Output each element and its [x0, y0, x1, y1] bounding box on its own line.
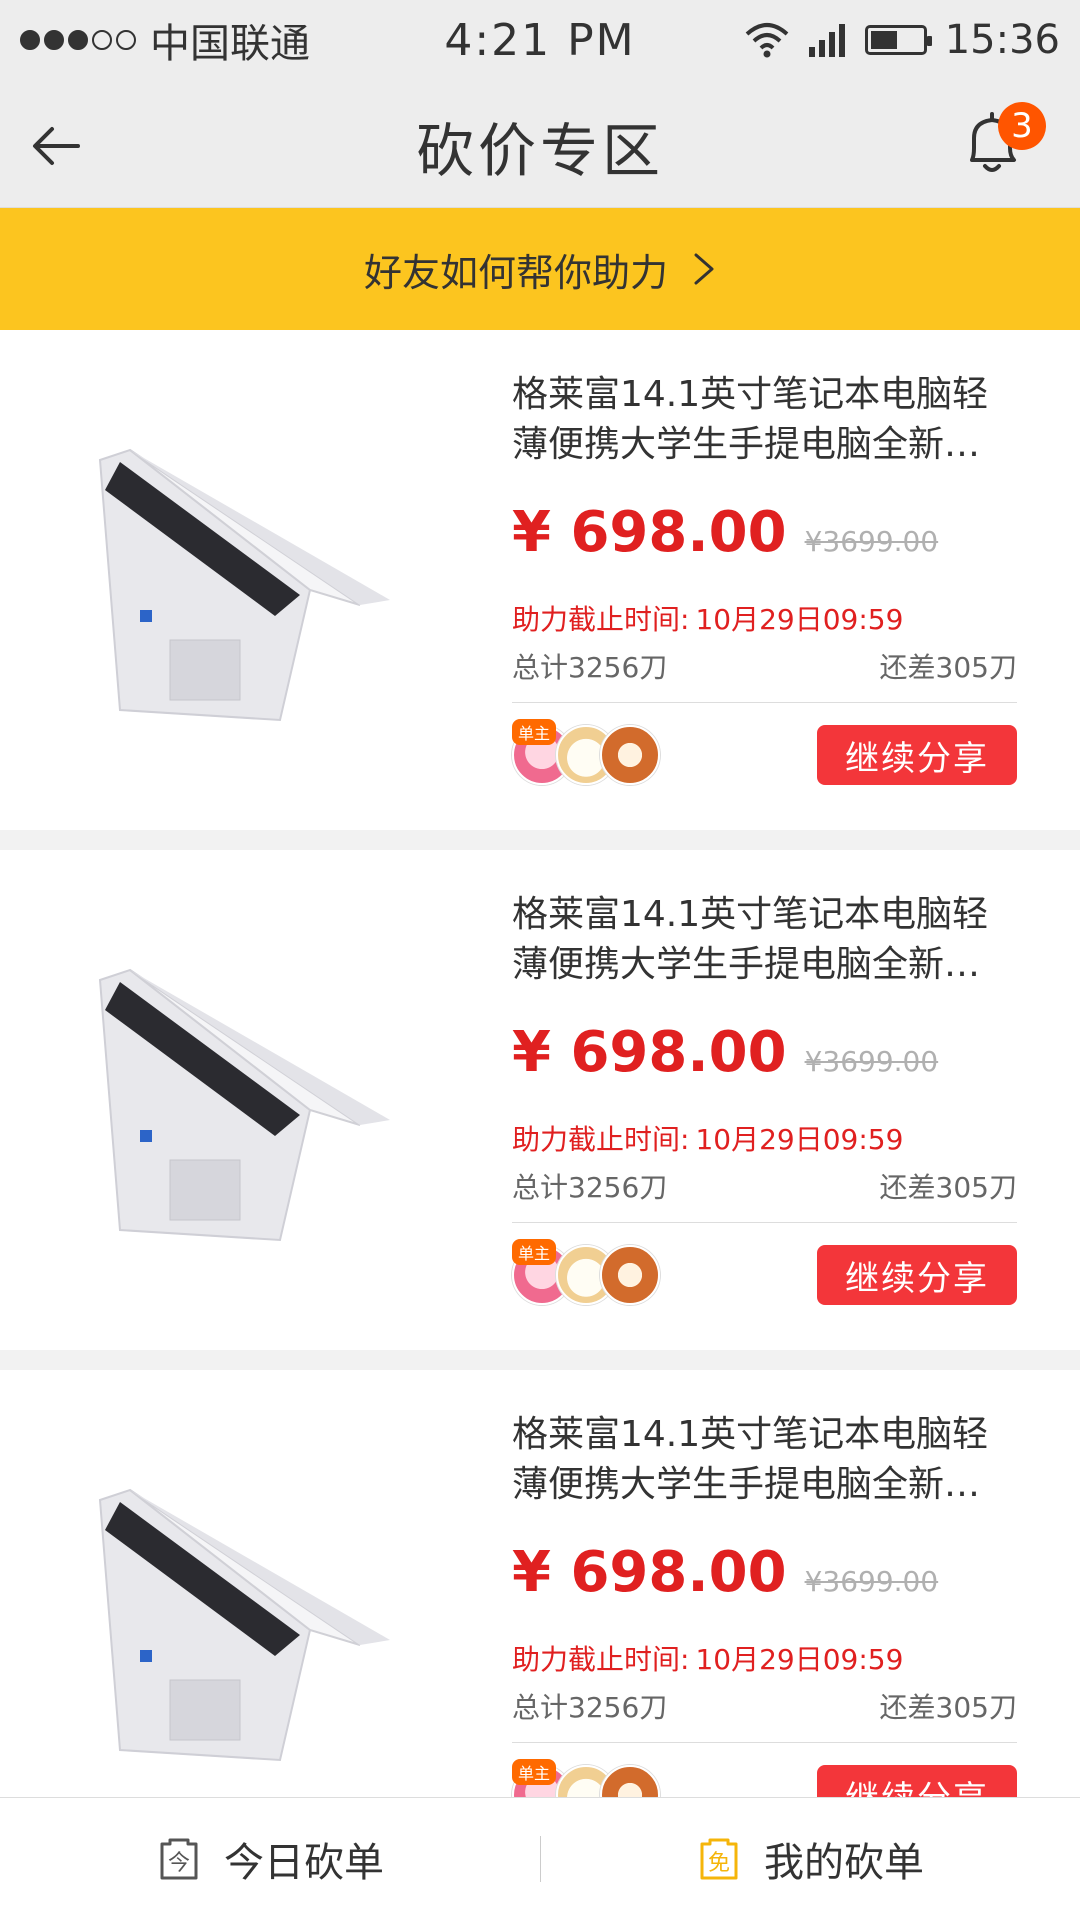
chevron-right-icon: [694, 253, 714, 285]
product-title[interactable]: 格莱富14.1英寸笔记本电脑轻薄便携大学生手提电脑全新…: [512, 370, 1017, 470]
current-price: ¥ 698.00: [512, 1540, 787, 1605]
nav-header: 砍价专区 3: [0, 80, 1080, 208]
tab-my-orders[interactable]: 免 我的砍单: [540, 1830, 1080, 1888]
bottom-tab-bar: 今 今日砍单 免 我的砍单: [0, 1797, 1080, 1920]
product-title[interactable]: 格莱富14.1英寸笔记本电脑轻薄便携大学生手提电脑全新…: [512, 1410, 1017, 1510]
cut-stats: 总计3256刀 还差305刀: [512, 646, 1017, 703]
owner-tag: 单主: [512, 1759, 557, 1785]
laptop-image: [98, 1488, 390, 1762]
page-title: 砍价专区: [415, 117, 664, 185]
helper-avatars: 单主: [512, 719, 660, 785]
current-price: ¥ 698.00: [512, 500, 787, 565]
deadline-value: 10月29日09:59: [695, 603, 904, 636]
cellular-signal-icon: [808, 24, 845, 57]
original-price: ¥3699.00: [804, 1565, 939, 1598]
today-orders-icon: 今: [160, 1838, 198, 1880]
tab-label: 今日砍单: [224, 1840, 384, 1886]
product-title[interactable]: 格莱富14.1英寸笔记本电脑轻薄便携大学生手提电脑全新…: [512, 890, 1017, 990]
tab-label: 我的砍单: [764, 1840, 924, 1886]
battery-icon: [864, 25, 932, 55]
product-card[interactable]: 格莱富14.1英寸笔记本电脑轻薄便携大学生手提电脑全新… ¥ 698.00 ¥3…: [0, 330, 1080, 830]
original-price: ¥3699.00: [804, 525, 939, 558]
total-cut: 总计3256刀: [512, 1171, 668, 1204]
deadline-info: 助力截止时间: 10月29日09:59: [512, 1118, 1017, 1158]
deadline-info: 助力截止时间: 10月29日09:59: [512, 598, 1017, 638]
status-bar: 中国联通 4:21 PM 15:36: [0, 0, 1080, 80]
tab-divider: [540, 1836, 541, 1882]
total-cut: 总计3256刀: [512, 651, 668, 684]
status-clock: 15:36: [944, 17, 1060, 63]
remaining-cut: 还差305刀: [879, 1691, 1017, 1724]
current-price: ¥ 698.00: [512, 1020, 787, 1085]
deadline-label: 助力截止时间:: [512, 1643, 690, 1676]
deadline-info: 助力截止时间: 10月29日09:59: [512, 1638, 1017, 1678]
product-card[interactable]: 格莱富14.1英寸笔记本电脑轻薄便携大学生手提电脑全新… ¥ 698.00 ¥3…: [0, 850, 1080, 1350]
today-orders-icon-label: 今: [168, 1851, 190, 1876]
helper-avatars: 单主: [512, 1239, 660, 1305]
owner-tag: 单主: [512, 719, 557, 745]
continue-share-button[interactable]: 继续分享: [817, 725, 1017, 785]
deadline-label: 助力截止时间:: [512, 1123, 690, 1156]
my-orders-icon: 免: [700, 1838, 738, 1880]
laptop-image: [98, 448, 390, 722]
wifi-icon: [745, 23, 789, 58]
original-price: ¥3699.00: [804, 1045, 939, 1078]
remaining-cut: 还差305刀: [879, 651, 1017, 684]
total-cut: 总计3256刀: [512, 1691, 668, 1724]
cut-stats: 总计3256刀 还差305刀: [512, 1166, 1017, 1223]
product-list: 格莱富14.1英寸笔记本电脑轻薄便携大学生手提电脑全新… ¥ 698.00 ¥3…: [0, 330, 1080, 1890]
continue-share-button[interactable]: 继续分享: [817, 1245, 1017, 1305]
banner-text: 好友如何帮你助力: [363, 250, 668, 295]
deadline-value: 10月29日09:59: [695, 1643, 904, 1676]
product-card[interactable]: 格莱富14.1英寸笔记本电脑轻薄便携大学生手提电脑全新… ¥ 698.00 ¥3…: [0, 1370, 1080, 1870]
deadline-value: 10月29日09:59: [695, 1123, 904, 1156]
avatar: [600, 725, 660, 785]
avatar: [600, 1245, 660, 1305]
help-banner[interactable]: 好友如何帮你助力: [0, 208, 1080, 330]
cut-stats: 总计3256刀 还差305刀: [512, 1686, 1017, 1743]
laptop-image: [98, 968, 390, 1242]
tab-today-orders[interactable]: 今 今日砍单: [0, 1830, 540, 1888]
notification-badge: 3: [998, 102, 1046, 150]
my-orders-icon-label: 免: [708, 1851, 730, 1876]
remaining-cut: 还差305刀: [879, 1171, 1017, 1204]
notification-button[interactable]: 3: [952, 102, 1046, 184]
owner-tag: 单主: [512, 1239, 557, 1265]
deadline-label: 助力截止时间:: [512, 603, 690, 636]
